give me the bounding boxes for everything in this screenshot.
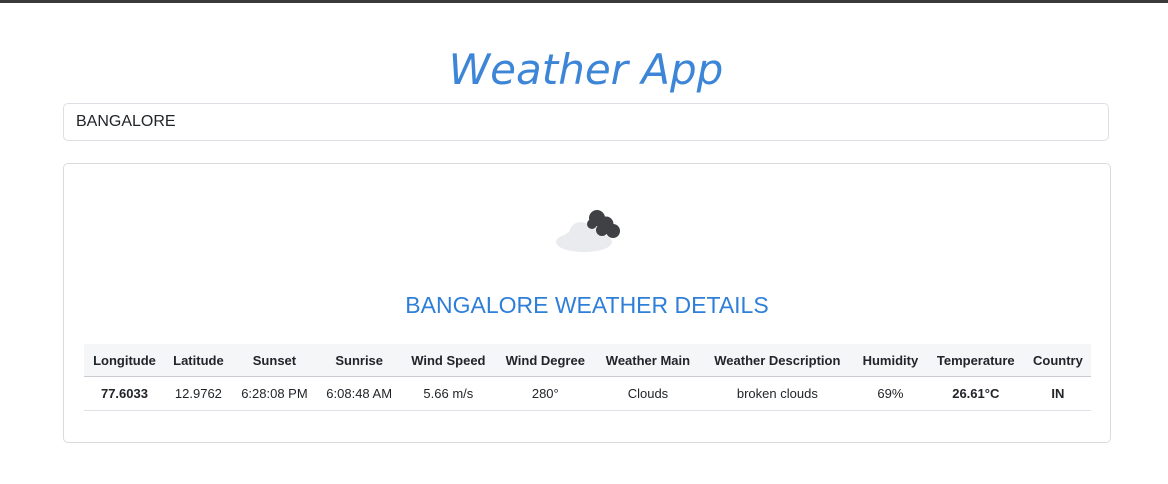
cell-humidity: 69%: [854, 376, 927, 411]
cell-temperature: 26.61°C: [926, 376, 1025, 411]
header-latitude: Latitude: [164, 344, 232, 377]
cell-wind-speed: 5.66 m/s: [401, 376, 496, 411]
window-top-border: [0, 0, 1168, 3]
cloud-icon: [554, 208, 624, 256]
cell-latitude: 12.9762: [164, 376, 232, 411]
header-wind-degree: Wind Degree: [495, 344, 596, 377]
table-row: 77.6033 12.9762 6:28:08 PM 6:08:48 AM 5.…: [84, 376, 1091, 411]
table-header-row: Longitude Latitude Sunset Sunrise Wind S…: [84, 344, 1091, 377]
header-sunrise: Sunrise: [317, 344, 402, 377]
header-longitude: Longitude: [84, 344, 165, 377]
cell-wind-degree: 280°: [495, 376, 596, 411]
weather-details-heading: BANGALORE WEATHER DETAILS: [405, 292, 769, 318]
header-humidity: Humidity: [854, 344, 927, 377]
header-country: Country: [1024, 344, 1091, 377]
city-search-input[interactable]: [63, 103, 1109, 141]
cell-longitude: 77.6033: [84, 376, 165, 411]
weather-details-card: BANGALORE WEATHER DETAILS Longitude Lati…: [63, 163, 1111, 443]
cell-weather-description: broken clouds: [700, 376, 855, 411]
cell-weather-main: Clouds: [595, 376, 701, 411]
header-weather-description: Weather Description: [700, 344, 855, 377]
header-sunset: Sunset: [231, 344, 318, 377]
cell-country: IN: [1024, 376, 1091, 411]
cell-sunset: 6:28:08 PM: [231, 376, 318, 411]
weather-details-table: Longitude Latitude Sunset Sunrise Wind S…: [84, 344, 1091, 411]
cell-sunrise: 6:08:48 AM: [317, 376, 402, 411]
header-weather-main: Weather Main: [595, 344, 701, 377]
header-wind-speed: Wind Speed: [401, 344, 496, 377]
app-title: Weather App: [448, 45, 724, 94]
header-temperature: Temperature: [926, 344, 1025, 377]
